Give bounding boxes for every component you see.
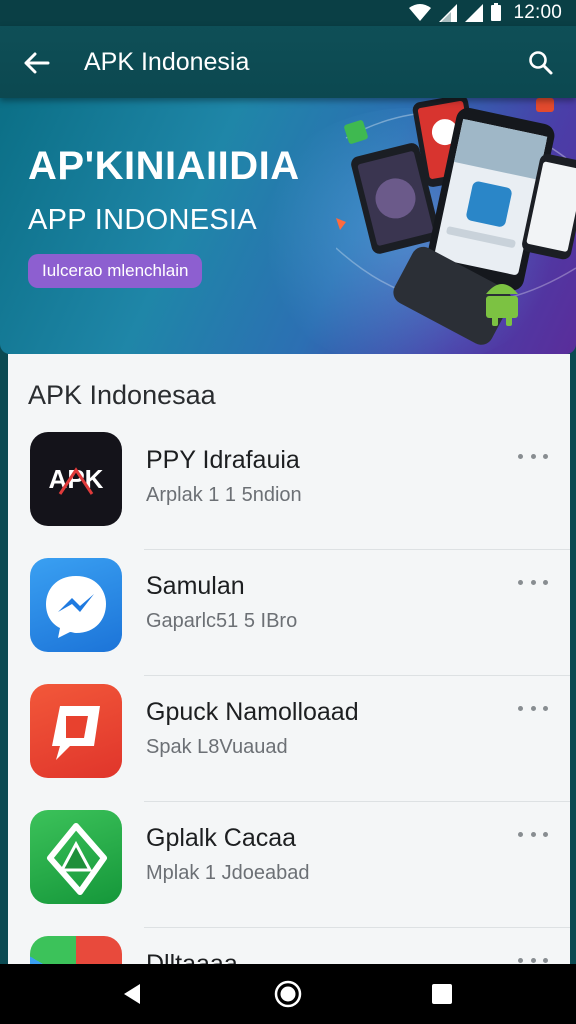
app-subtitle: Spak L8Vuauad [146,736,288,758]
app-title: Gpuck Namolloaad [146,698,359,726]
chat-bubble-app-icon [30,684,122,778]
app-title: Samulan [146,572,245,600]
partial-app-icon [30,936,122,966]
promo-banner[interactable]: AP'KINIAIIDIA APP INDONESIA Iulcerao mle… [0,98,576,354]
system-nav-bar [0,964,576,1024]
banner-subline: APP INDONESIA [28,204,257,236]
app-list-card: APK Indonesaa APK PPY Idrafauia Arplak 1… [8,354,570,966]
page-title: APK Indonesia [84,48,250,76]
search-icon [529,51,553,75]
more-options-button[interactable] [518,698,548,718]
signal-icon [439,4,458,22]
banner-headline: AP'KINIAIIDIA [28,144,300,188]
arrow-left-icon [24,52,50,74]
more-options-button[interactable] [518,824,548,844]
nav-back-icon[interactable] [120,982,144,1006]
triangle-app-icon [30,810,122,904]
phones-illustration [336,98,576,345]
section-title: APK Indonesaa [28,380,216,410]
list-item[interactable]: APK PPY Idrafauia Arplak 1 1 5ndion [8,424,570,550]
status-time: 12:00 [513,2,562,23]
messenger-app-icon [30,558,122,652]
app-subtitle: Gaparlc51 5 IBro [146,610,298,632]
battery-icon [491,3,502,21]
search-button[interactable] [524,46,558,80]
more-options-button[interactable] [518,572,548,592]
wifi-icon [409,4,432,21]
list-item[interactable]: Gpuck Namolloaad Spak L8Vuauad [8,676,570,802]
app-bar: APK Indonesia [0,26,576,98]
list-item[interactable]: Gplalk Cacaa Mplak 1 Jdoeabad [8,802,570,928]
status-bar: 12:00 [0,0,576,26]
signal-icon-2 [465,4,484,22]
list-item[interactable]: Dlltaaaa [8,928,570,966]
nav-home-icon[interactable] [274,980,302,1008]
app-title: PPY Idrafauia [146,446,300,474]
app-subtitle: Arplak 1 1 5ndion [146,484,302,506]
app-title: Gplalk Cacaa [146,824,297,852]
list-item[interactable]: Samulan Gaparlc51 5 IBro [8,550,570,676]
app-subtitle: Mplak 1 Jdoeabad [146,862,310,884]
nav-recent-apps-icon[interactable] [432,984,452,1004]
back-button[interactable] [20,46,54,80]
status-icons: 12:00 [409,2,562,24]
apk-app-icon: APK [30,432,122,526]
banner-pill-button[interactable]: Iulcerao mlenchlain [28,254,203,288]
more-options-button[interactable] [518,446,548,466]
